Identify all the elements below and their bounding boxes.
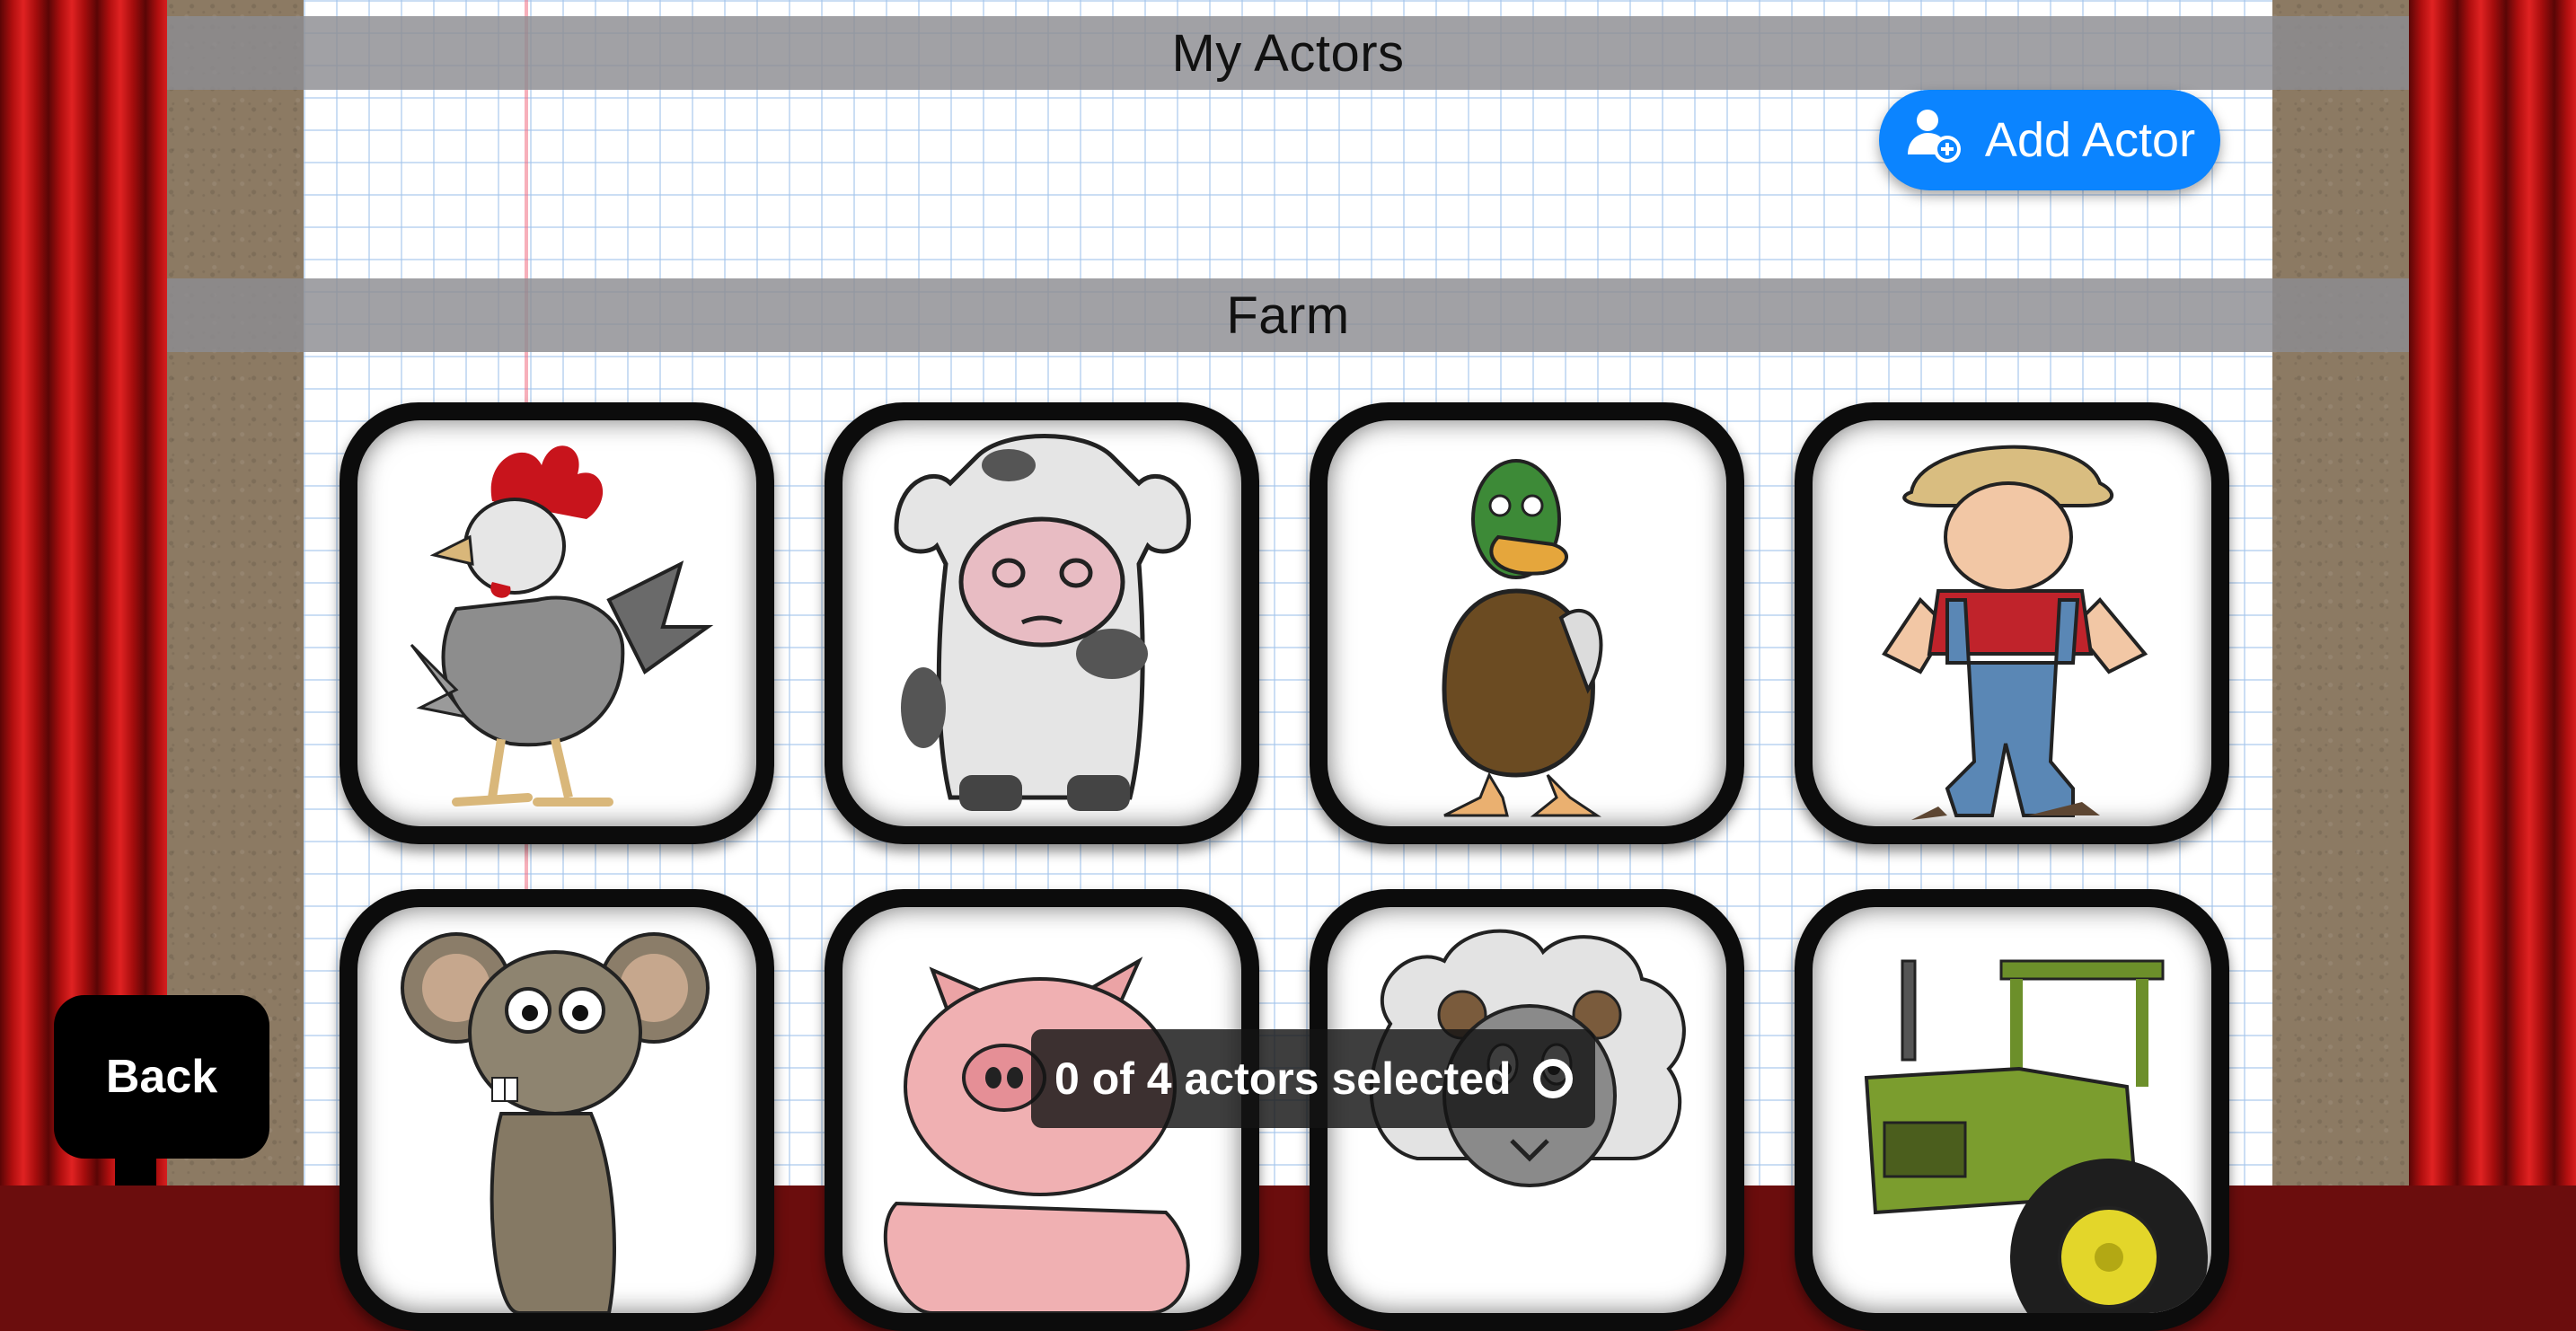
add-actor-button[interactable]: Add Actor: [1879, 90, 2220, 190]
farmer-icon: [1882, 445, 2148, 820]
selection-status: 0 of 4 actors selected: [1031, 1029, 1595, 1128]
right-curtain: [2409, 0, 2576, 1186]
loading-indicator-icon: [1532, 1059, 1573, 1098]
duck-icon: [1442, 459, 1603, 817]
cow-icon: [894, 434, 1191, 811]
back-button[interactable]: Back: [54, 995, 269, 1159]
back-button-stem: [115, 1150, 156, 1186]
back-label: Back: [105, 1051, 218, 1103]
farm-header: Farm: [167, 278, 2409, 352]
actor-tile-farmer[interactable]: [1795, 402, 2229, 844]
actor-tile-tractor[interactable]: [1795, 889, 2229, 1331]
actor-tile-cow[interactable]: [825, 402, 1259, 844]
add-actor-label: Add Actor: [1984, 113, 2196, 167]
actor-tile-rooster[interactable]: [340, 402, 774, 844]
rooster-icon: [410, 445, 714, 807]
tractor-icon: [1864, 959, 2208, 1313]
actor-tile-mouse[interactable]: [340, 889, 774, 1331]
my-actors-title: My Actors: [1171, 23, 1405, 83]
mouse-icon: [401, 932, 710, 1313]
actor-tile-duck[interactable]: [1310, 402, 1744, 844]
farm-title: Farm: [1226, 286, 1350, 345]
my-actors-header: My Actors: [167, 16, 2409, 90]
add-person-icon: [1904, 104, 1965, 177]
selection-status-text: 0 of 4 actors selected: [1054, 1053, 1512, 1104]
